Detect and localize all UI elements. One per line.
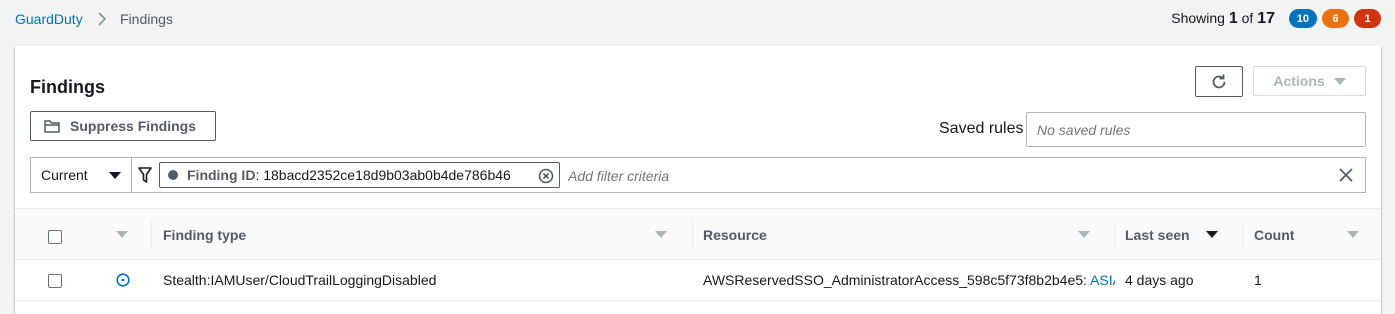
- showing-current: 1: [1228, 10, 1238, 27]
- last-seen-sort-icon[interactable]: [1206, 231, 1218, 238]
- refresh-button[interactable]: [1195, 66, 1243, 97]
- resource-link[interactable]: ASIA: [1090, 272, 1115, 288]
- breadcrumb-current: Findings: [120, 11, 173, 27]
- add-filter-input[interactable]: [568, 167, 1268, 185]
- saved-rules-label: Saved rules: [939, 120, 1024, 137]
- actions-label: Actions: [1273, 73, 1325, 89]
- badge-low-severity: 10: [1288, 9, 1317, 28]
- token-key: Finding ID: [187, 167, 256, 183]
- filter-bar: Current Finding ID: 18bacd2352ce18d9b03a…: [30, 157, 1366, 193]
- table-row[interactable]: Stealth:IAMUser/CloudTrailLoggingDisable…: [15, 260, 1381, 301]
- count-cell: 1: [1254, 272, 1262, 288]
- suppress-findings-button[interactable]: Suppress Findings: [30, 111, 216, 141]
- showing-total: 17: [1257, 10, 1275, 27]
- column-divider: [1114, 221, 1115, 249]
- token-value: 18bacd2352ce18d9b03ab0b4de786b46: [263, 167, 511, 183]
- actions-dropdown-button[interactable]: Actions: [1253, 66, 1366, 96]
- badge-medium-severity: 6: [1322, 9, 1349, 28]
- low-severity-icon: [116, 273, 130, 287]
- showing-of: of: [1241, 10, 1254, 26]
- finding-type-cell[interactable]: Stealth:IAMUser/CloudTrailLoggingDisable…: [163, 272, 683, 288]
- remove-token-icon[interactable]: [538, 168, 554, 184]
- resource-sort-icon[interactable]: [1078, 231, 1090, 238]
- last-seen-cell: 4 days ago: [1125, 272, 1194, 288]
- column-divider: [151, 221, 152, 249]
- caret-down-icon: [1333, 77, 1346, 85]
- suppress-findings-label: Suppress Findings: [70, 118, 197, 134]
- resource-cell: AWSReservedSSO_AdministratorAccess_598c5…: [703, 272, 1115, 288]
- finding-type-sort-icon[interactable]: [655, 231, 667, 238]
- select-all-checkbox[interactable]: [48, 230, 62, 244]
- showing-label: Showing: [1171, 10, 1225, 26]
- refresh-icon: [1212, 74, 1226, 88]
- resource-name: AWSReservedSSO_AdministratorAccess_598c5…: [703, 272, 1087, 288]
- severity-badges: 10 6 1: [1288, 9, 1381, 28]
- filter-token[interactable]: Finding ID: 18bacd2352ce18d9b03ab0b4de78…: [159, 162, 560, 188]
- clear-filters-icon[interactable]: [1339, 168, 1353, 182]
- column-header-finding-type[interactable]: Finding type: [163, 227, 246, 243]
- column-divider: [692, 221, 693, 249]
- chevron-right-icon: [98, 12, 107, 26]
- count-sort-icon[interactable]: [1347, 231, 1359, 238]
- folder-icon: [44, 120, 60, 133]
- column-divider: [1242, 221, 1243, 249]
- findings-panel: Findings Actions Suppress Findings Saved…: [15, 46, 1381, 314]
- caret-down-icon: [109, 172, 121, 179]
- column-header-resource[interactable]: Resource: [703, 227, 767, 243]
- top-bar: GuardDuty Findings Showing 1 of 17 10 6 …: [0, 0, 1395, 40]
- scope-value: Current: [41, 167, 88, 183]
- page-title: Findings: [30, 77, 105, 97]
- token-dot-icon: [168, 170, 178, 180]
- column-header-count[interactable]: Count: [1254, 227, 1294, 243]
- table-header: Finding type Resource Last seen Count: [15, 208, 1381, 260]
- row-checkbox[interactable]: [48, 274, 62, 288]
- saved-rules-select[interactable]: [1026, 112, 1366, 147]
- finding-scope-select[interactable]: Current: [31, 158, 132, 192]
- token-colon: :: [255, 167, 264, 183]
- filter-icon: [138, 167, 152, 183]
- results-count: Showing 1 of 17: [1171, 10, 1275, 28]
- column-header-last-seen[interactable]: Last seen: [1125, 227, 1190, 243]
- breadcrumb-guardduty-link[interactable]: GuardDuty: [15, 11, 83, 27]
- severity-sort-icon[interactable]: [116, 231, 128, 238]
- badge-high-severity: 1: [1354, 9, 1381, 28]
